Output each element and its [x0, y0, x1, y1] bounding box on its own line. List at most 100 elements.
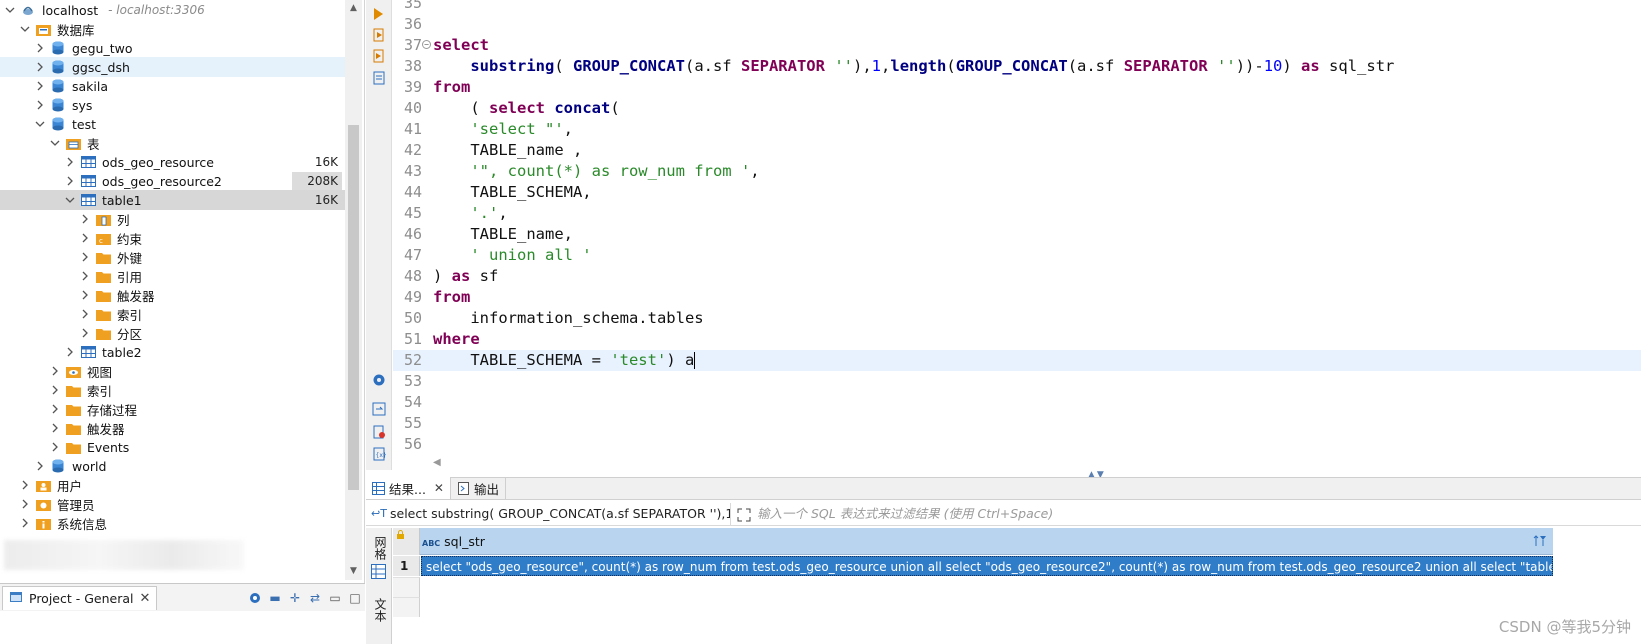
chevron-right-icon[interactable]	[79, 270, 91, 282]
chevron-right-icon[interactable]	[19, 498, 31, 510]
code-line[interactable]: 48) as sf	[393, 266, 1641, 287]
tree-item[interactable]: ods_geo_resource 16K	[0, 152, 362, 172]
chevron-right-icon[interactable]	[49, 403, 61, 415]
scroll-up-icon[interactable]: ▲	[348, 2, 359, 14]
code-line[interactable]: 50 information_schema.tables	[393, 308, 1641, 329]
code-line[interactable]: 56	[393, 434, 1641, 455]
tree-item[interactable]: 管理员	[0, 494, 362, 514]
tree-item[interactable]: test	[0, 114, 362, 134]
code-line[interactable]: 43 '", count(*) as row_num from ',	[393, 161, 1641, 182]
column-header-sql-str[interactable]: ABC sql_str	[422, 528, 485, 555]
tree-item[interactable]: sys	[0, 95, 362, 115]
code-line[interactable]: 49 from	[393, 287, 1641, 308]
code-line[interactable]: 53	[393, 371, 1641, 392]
chevron-right-icon[interactable]	[79, 213, 91, 225]
chevron-down-icon[interactable]	[34, 118, 46, 130]
tab-output[interactable]: 输出	[451, 477, 506, 499]
tree-item[interactable]: 触发器	[0, 285, 362, 305]
row-number[interactable]: 1	[393, 556, 420, 576]
explain-plan-icon[interactable]	[371, 70, 387, 86]
tree-item[interactable]: 用户	[0, 475, 362, 495]
navigator-scrollbar[interactable]: ▲ ▼	[345, 0, 362, 580]
code-line[interactable]: 46 TABLE_name,	[393, 224, 1641, 245]
chevron-right-icon[interactable]	[79, 327, 91, 339]
chevron-down-icon[interactable]	[19, 23, 31, 35]
chevron-right-icon[interactable]	[79, 232, 91, 244]
gear-icon[interactable]	[245, 588, 265, 608]
tree-item[interactable]: ods_geo_resource2 208K	[0, 171, 362, 191]
code-line[interactable]: 52 TABLE_SCHEMA = 'test') a	[393, 350, 1641, 371]
code-line[interactable]: 40 ( select concat(	[393, 98, 1641, 119]
code-line[interactable]: 39 from	[393, 77, 1641, 98]
tree-item[interactable]: 系统信息	[0, 513, 362, 533]
fold-icon[interactable]: −	[422, 40, 431, 49]
tree-item[interactable]: table2	[0, 342, 362, 362]
chevron-right-icon[interactable]	[49, 422, 61, 434]
chevron-right-icon[interactable]	[49, 365, 61, 377]
tab-results[interactable]: 结果... ✕	[366, 477, 451, 499]
tree-item[interactable]: 索引	[0, 380, 362, 400]
code-line[interactable]: 37− select	[393, 35, 1641, 56]
chevron-right-icon[interactable]	[49, 384, 61, 396]
editor-horizontal-scrollbar[interactable]: ◀	[393, 457, 1641, 471]
tree-item[interactable]: localhost - localhost:3306	[0, 0, 362, 20]
close-icon[interactable]: ✕	[434, 481, 444, 495]
code-line[interactable]: 41 'select "',	[393, 119, 1641, 140]
code-line[interactable]: 35	[393, 0, 1641, 14]
tree-item[interactable]: 数据库	[0, 19, 362, 39]
export-icon[interactable]	[371, 401, 387, 417]
code-line[interactable]: 45 '.',	[393, 203, 1641, 224]
tree-item[interactable]: Events	[0, 437, 362, 457]
code-line[interactable]: 38 substring( GROUP_CONCAT(a.sf SEPARATO…	[393, 56, 1641, 77]
chevron-right-icon[interactable]	[79, 308, 91, 320]
chevron-right-icon[interactable]	[34, 80, 46, 92]
minimize-icon[interactable]: ▭	[325, 588, 345, 608]
table-row[interactable]: 1 select "ods_geo_resource", count(*) as…	[393, 556, 1553, 576]
link-icon[interactable]: ⇄	[305, 588, 325, 608]
chevron-down-icon[interactable]	[64, 194, 76, 206]
format-icon[interactable]: {x}	[371, 446, 387, 462]
text-view-toggle[interactable]: 文本	[372, 598, 389, 622]
code-line[interactable]: 44 TABLE_SCHEMA,	[393, 182, 1641, 203]
settings-gear-icon[interactable]	[371, 372, 387, 388]
chevron-right-icon[interactable]	[49, 441, 61, 453]
new-script-icon[interactable]	[371, 424, 387, 440]
execute-new-tab-icon[interactable]	[371, 48, 387, 64]
chevron-right-icon[interactable]	[34, 42, 46, 54]
tree-item[interactable]: 引用	[0, 266, 362, 286]
tree-item[interactable]: gegu_two	[0, 38, 362, 58]
scroll-down-icon[interactable]: ▼	[348, 565, 359, 577]
tree-item[interactable]: c 约束	[0, 228, 362, 248]
tree-item[interactable]: 分区	[0, 323, 362, 343]
tree-item[interactable]: world	[0, 456, 362, 476]
grid-view-toggle[interactable]: 网格	[372, 536, 389, 560]
execute-script-icon[interactable]	[371, 27, 387, 43]
scroll-thumb[interactable]	[348, 125, 359, 490]
collapse-icon[interactable]: ▬	[265, 588, 285, 608]
chevron-right-icon[interactable]	[79, 289, 91, 301]
chevron-right-icon[interactable]	[19, 517, 31, 529]
grid-corner[interactable]	[393, 528, 420, 555]
tree-item[interactable]: 表	[0, 133, 362, 153]
close-icon[interactable]: ✕	[140, 591, 151, 606]
tab-project-general[interactable]: Project - General ✕	[2, 585, 158, 610]
tree-item[interactable]: sakila	[0, 76, 362, 96]
chevron-down-icon[interactable]	[49, 137, 61, 149]
tree-item[interactable]: 列	[0, 209, 362, 229]
table-grid-icon[interactable]	[371, 564, 386, 582]
chevron-down-icon[interactable]	[4, 4, 16, 16]
sort-filter-icon[interactable]	[1533, 534, 1547, 551]
code-line[interactable]: 47 ' union all '	[393, 245, 1641, 266]
tree-item[interactable]: 存储过程	[0, 399, 362, 419]
chevron-right-icon[interactable]	[64, 346, 76, 358]
scroll-left-icon[interactable]: ◀	[433, 457, 441, 468]
tree-item[interactable]: 触发器	[0, 418, 362, 438]
chevron-right-icon[interactable]	[34, 99, 46, 111]
maximize-icon[interactable]: □	[345, 588, 365, 608]
filter-input[interactable]: 输入一个 SQL 表达式来过滤结果 (使用 Ctrl+Space)	[731, 503, 1641, 525]
code-line[interactable]: 54	[393, 392, 1641, 413]
chevron-right-icon[interactable]	[64, 175, 76, 187]
code-line[interactable]: 36	[393, 14, 1641, 35]
add-icon[interactable]: ✛	[285, 588, 305, 608]
chevron-right-icon[interactable]	[34, 460, 46, 472]
